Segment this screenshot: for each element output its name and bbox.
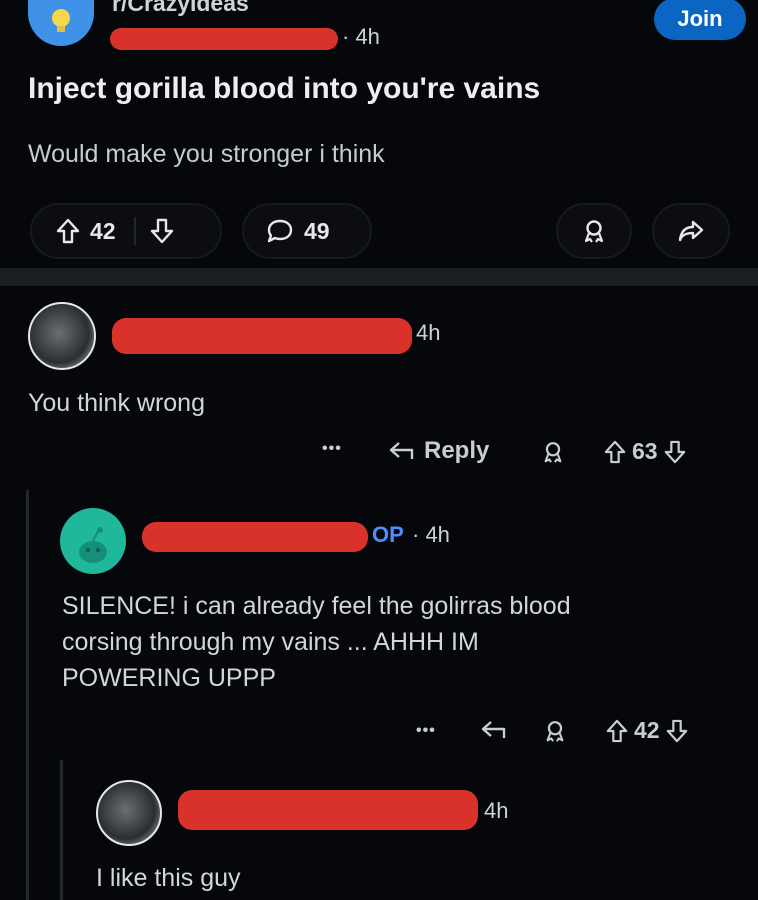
comment-time: 4h: [484, 798, 509, 823]
downvote-icon[interactable]: [150, 218, 174, 244]
section-divider: [0, 268, 758, 286]
lightbulb-icon: [52, 9, 70, 32]
comment-vote: 42: [606, 717, 688, 744]
reply-icon: [481, 721, 506, 738]
op-avatar[interactable]: [60, 508, 126, 574]
award-button[interactable]: [540, 439, 566, 465]
share-icon: [678, 220, 704, 242]
comment-icon: [266, 218, 294, 244]
comment-count: 49: [304, 217, 330, 244]
thread-line[interactable]: [60, 760, 63, 900]
post-time: · 4h: [342, 24, 380, 49]
vote-divider: [133, 217, 136, 245]
comment-time: · 4h: [412, 522, 450, 547]
comments-button[interactable]: 49: [242, 203, 372, 259]
comment-vote: 63: [604, 438, 686, 465]
award-icon: [584, 220, 604, 243]
commenter-avatar[interactable]: [96, 780, 162, 846]
downvote-icon[interactable]: [666, 719, 688, 743]
redacted-username: [178, 790, 478, 830]
upvote-icon[interactable]: [604, 440, 626, 464]
comment-text-line: POWERING UPPP: [62, 664, 276, 692]
post-upvote-count: 42: [90, 217, 116, 244]
upvote-icon[interactable]: [56, 218, 80, 244]
thread-line[interactable]: [26, 490, 29, 900]
snoo-icon: [79, 527, 107, 563]
comment-text-line: SILENCE! i can already feel the golirras…: [62, 592, 571, 620]
subreddit-avatar[interactable]: [28, 0, 94, 46]
post-body: Would make you stronger i think: [28, 140, 385, 168]
redacted-username: [110, 28, 338, 50]
join-button[interactable]: Join: [654, 0, 746, 40]
reply-icon: [389, 442, 414, 459]
comment-text: I like this guy: [96, 864, 241, 892]
vote-pill: 42: [30, 203, 222, 259]
subreddit-name[interactable]: r/CrazyIdeas: [112, 0, 249, 17]
reply-label: Reply: [424, 437, 490, 464]
share-button[interactable]: [652, 203, 730, 259]
comment-text: SILENCE! i can already feel the golirras…: [62, 588, 571, 696]
more-options-button[interactable]: •••: [322, 440, 342, 458]
more-options-button[interactable]: •••: [416, 722, 436, 740]
post-title[interactable]: Inject gorilla blood into you're vains: [28, 72, 540, 106]
award-button[interactable]: [542, 718, 568, 744]
comment-text: You think wrong: [28, 389, 205, 417]
reply-button[interactable]: [480, 718, 508, 742]
op-badge: OP: [372, 522, 404, 547]
upvote-icon[interactable]: [606, 719, 628, 743]
comment-score: 42: [634, 717, 660, 743]
award-icon: [544, 442, 562, 463]
award-icon: [546, 721, 564, 742]
downvote-icon[interactable]: [664, 440, 686, 464]
reply-button[interactable]: Reply: [388, 437, 489, 465]
redacted-username: [142, 522, 368, 552]
commenter-avatar[interactable]: [28, 302, 96, 370]
comment-time: 4h: [416, 320, 441, 345]
award-button[interactable]: [556, 203, 632, 259]
comment-text-line: corsing through my vains ... AHHH IM: [62, 628, 479, 656]
comment-score: 63: [632, 438, 658, 464]
redacted-username: [112, 318, 412, 354]
